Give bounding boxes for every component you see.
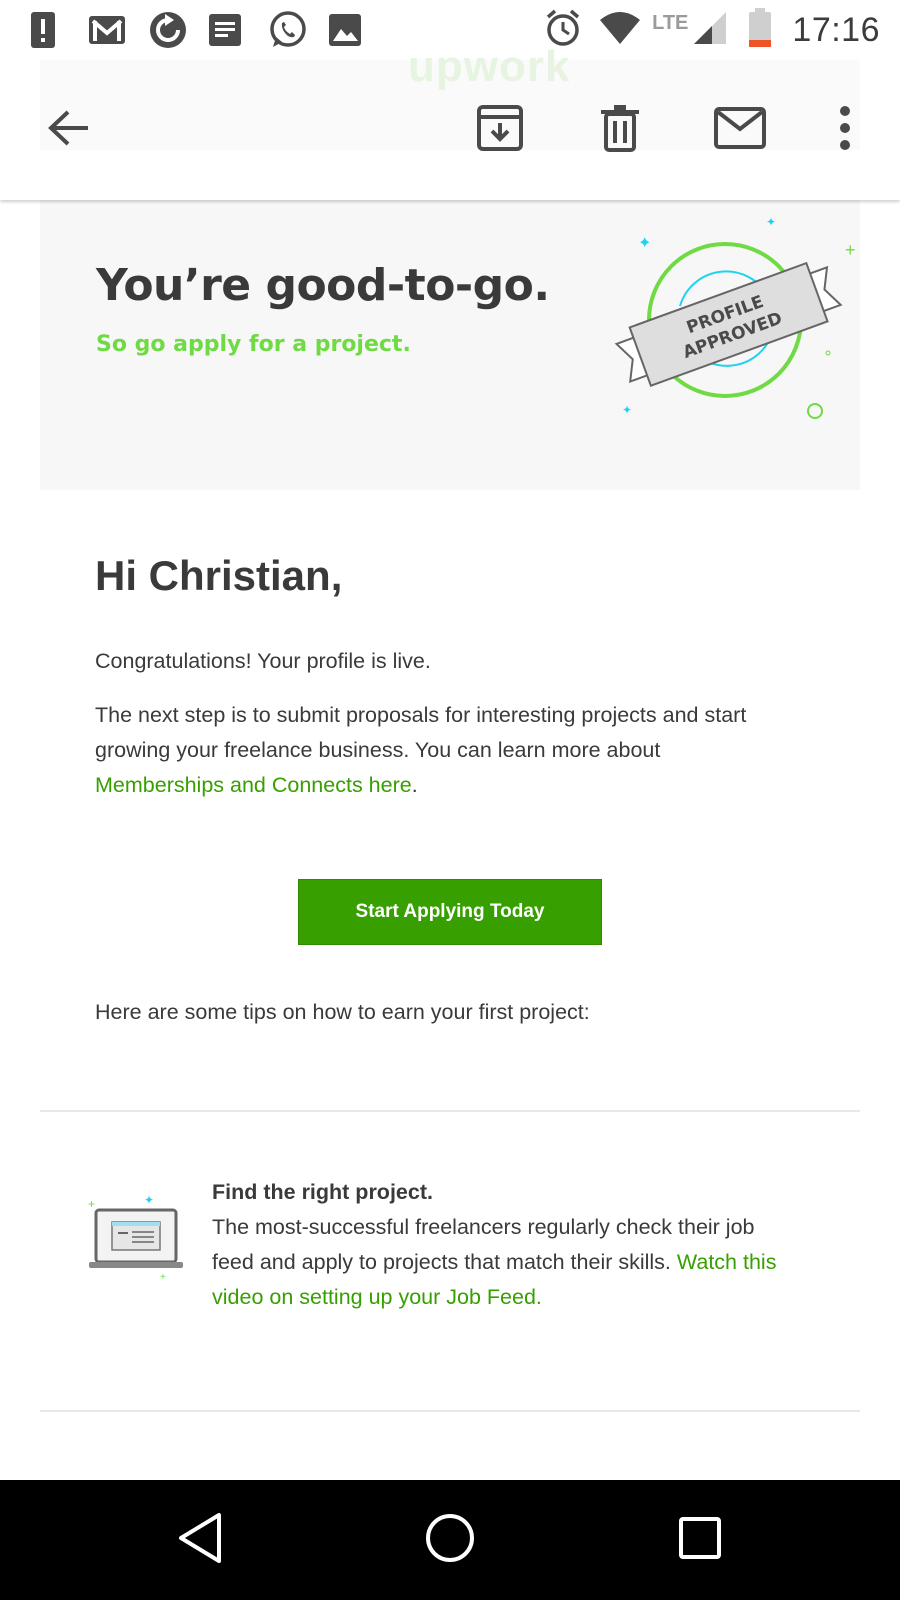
notes-icon [208,10,268,50]
back-arrow-icon [46,108,90,153]
home-circle-icon [425,1513,475,1568]
hero-title: You’re good-to-go. [96,260,550,311]
sparkle-icon: + [845,240,856,260]
whatsapp-icon [268,10,328,50]
tip-body: The most-successful freelancers regularl… [212,1210,792,1315]
sparkle-icon: ✦ [638,235,651,252]
android-navigation-bar [0,1480,900,1600]
start-applying-button[interactable]: Start Applying Today [298,879,602,945]
notification-icons [28,10,388,50]
sync-icon [148,10,208,50]
congrats-text: Congratulations! Your profile is live. [95,649,431,673]
back-triangle-icon [177,1512,223,1569]
svg-text:+: + [88,1197,95,1211]
hero-subtitle: So go apply for a project. [96,332,411,357]
alert-icon [28,10,88,50]
more-options-button[interactable] [815,100,875,160]
recents-square-icon [678,1516,722,1565]
wifi-icon [598,10,642,51]
archive-icon [476,104,524,157]
gmail-icon [88,10,148,50]
system-status-icons: LTE 17:16 [544,8,880,53]
delete-icon [600,104,640,157]
nav-recents-button[interactable] [670,1510,730,1570]
archive-button[interactable] [470,100,530,160]
upwork-logo: upwork [408,42,571,91]
svg-text:+: + [160,1272,166,1282]
nav-back-button[interactable] [170,1510,230,1570]
sparkle-icon: ✦ [622,403,632,417]
tips-intro: Here are some tips on how to earn your f… [95,1000,590,1024]
divider [40,1110,860,1112]
sparkle-icon: ✦ [766,215,776,229]
laptop-icon: + ✦ + [88,1193,183,1282]
nav-home-button[interactable] [420,1510,480,1570]
image-icon [328,10,388,50]
network-type-label: LTE [652,12,689,34]
divider [40,1410,860,1412]
tip-text: The most-successful freelancers regularl… [212,1215,755,1274]
svg-text:✦: ✦ [144,1193,154,1207]
period-text: . [411,773,418,797]
mark-unread-button[interactable] [710,100,770,160]
cell-signal-icon [692,10,728,51]
more-vert-icon [838,105,852,155]
profile-approved-badge: PROFILE APPROVED ✦ ✦ + ✦ [614,215,856,419]
memberships-link[interactable]: Memberships and Connects here [95,773,412,797]
next-step-text: The next step is to submit proposals for… [95,703,747,762]
next-step-paragraph: The next step is to submit proposals for… [95,698,795,803]
email-toolbar: upwork [0,42,900,200]
back-button[interactable] [38,100,98,160]
battery-low-icon [748,8,772,53]
mark-unread-icon [714,106,766,154]
hero-banner: You’re good-to-go. So go apply for a pro… [40,200,860,490]
tip-title: Find the right project. [212,1180,433,1204]
delete-button[interactable] [590,100,650,160]
greeting: Hi Christian, [95,552,343,599]
clock: 17:16 [792,11,880,49]
